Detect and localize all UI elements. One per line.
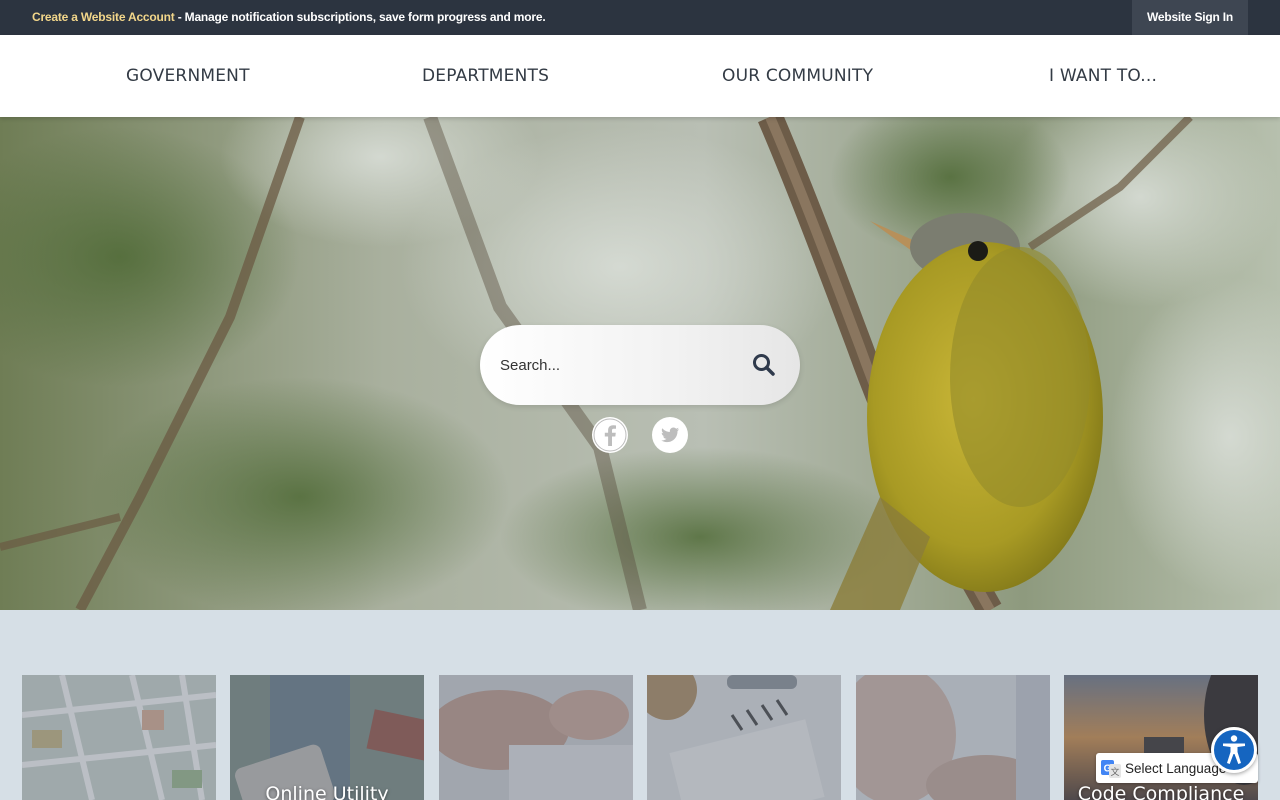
nav-item-departments[interactable]: DEPARTMENTS	[422, 66, 549, 86]
account-description: - Manage notification subscriptions, sav…	[174, 10, 546, 24]
tile-label-code-compliance: Code Compliance	[1077, 783, 1245, 800]
search-icon[interactable]	[750, 351, 778, 379]
quick-link-tile[interactable]	[22, 675, 216, 800]
select-language-label: Select Language	[1125, 761, 1227, 776]
nav-item-government[interactable]: GOVERNMENT	[126, 66, 250, 86]
account-message: Create a Website Account - Manage notifi…	[32, 10, 546, 24]
hero-banner	[0, 117, 1280, 610]
site-search	[480, 325, 800, 405]
main-navigation: GOVERNMENT DEPARTMENTS OUR COMMUNITY I W…	[0, 35, 1280, 117]
quick-link-tile[interactable]	[439, 675, 633, 800]
nav-item-our-community[interactable]: OUR COMMUNITY	[722, 66, 873, 86]
accessibility-icon[interactable]	[1211, 727, 1257, 773]
quick-link-tile[interactable]	[647, 675, 841, 800]
quick-link-tile-online-utility[interactable]: Online Utility	[230, 675, 424, 800]
quick-link-tile[interactable]	[856, 675, 1050, 800]
twitter-icon[interactable]	[652, 417, 688, 453]
svg-text:文: 文	[1110, 766, 1119, 777]
search-input[interactable]	[500, 352, 730, 378]
quick-links: Online Utility Code Compliance	[0, 610, 1280, 800]
tile-label-online-utility: Online Utility	[265, 783, 389, 800]
website-sign-in-button[interactable]: Website Sign In	[1132, 0, 1248, 35]
create-account-link[interactable]: Create a Website Account	[32, 10, 175, 24]
utility-bar: Create a Website Account - Manage notifi…	[0, 0, 1280, 35]
facebook-icon[interactable]	[592, 417, 628, 453]
nav-item-i-want-to[interactable]: I WANT TO...	[1049, 66, 1157, 86]
google-translate-icon: G 文	[1101, 760, 1121, 778]
